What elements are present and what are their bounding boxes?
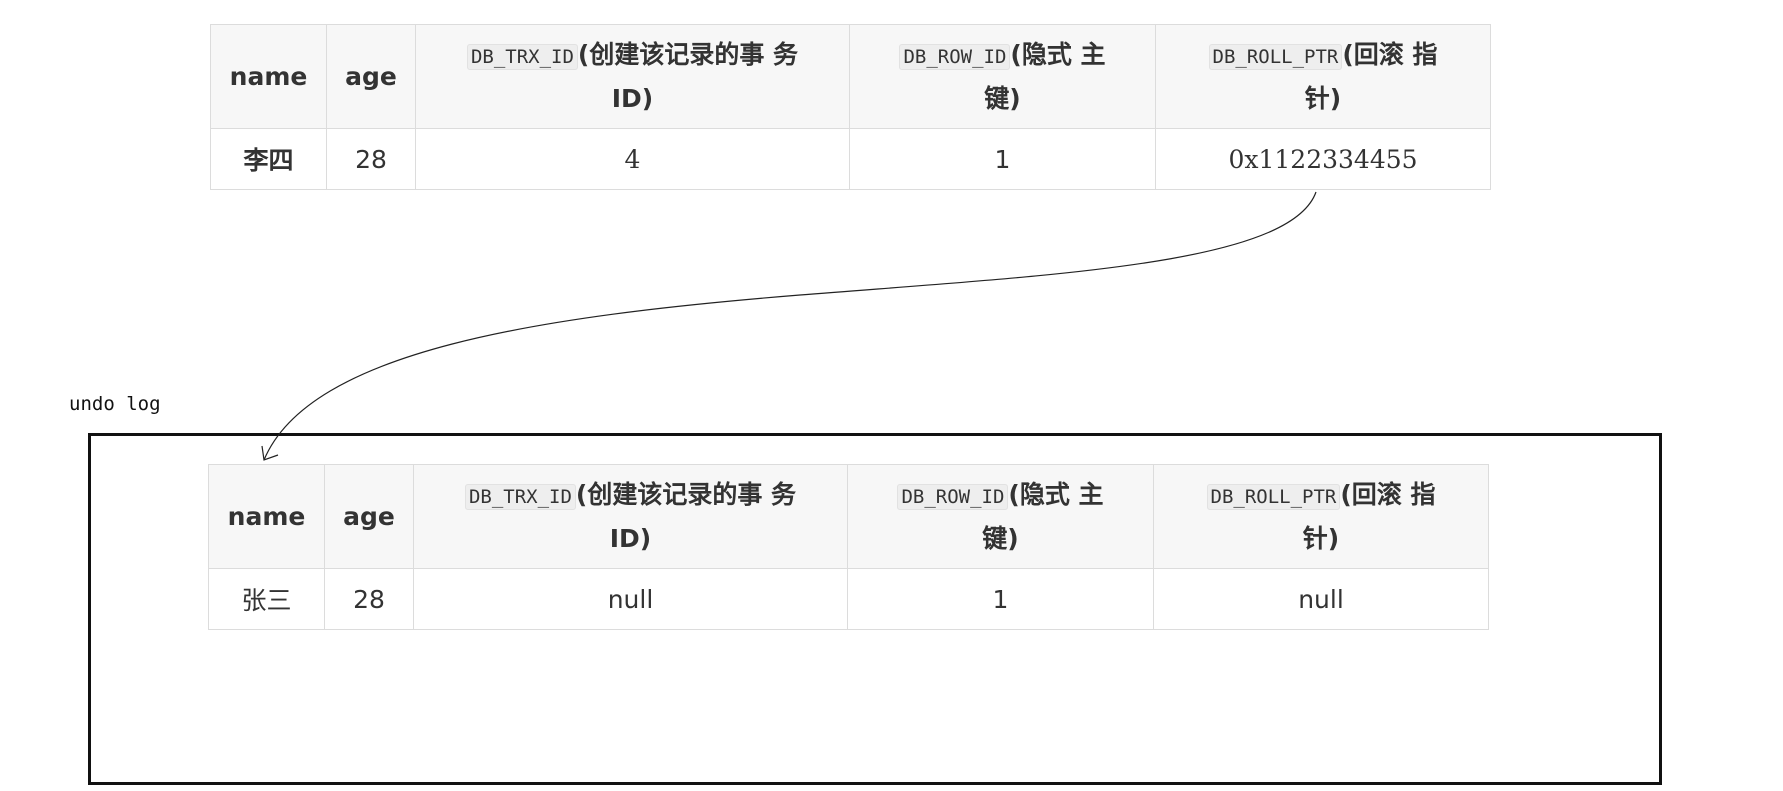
roll-pointer-arrow-line — [263, 191, 1317, 461]
roll-pointer-arrow — [261, 191, 1317, 461]
